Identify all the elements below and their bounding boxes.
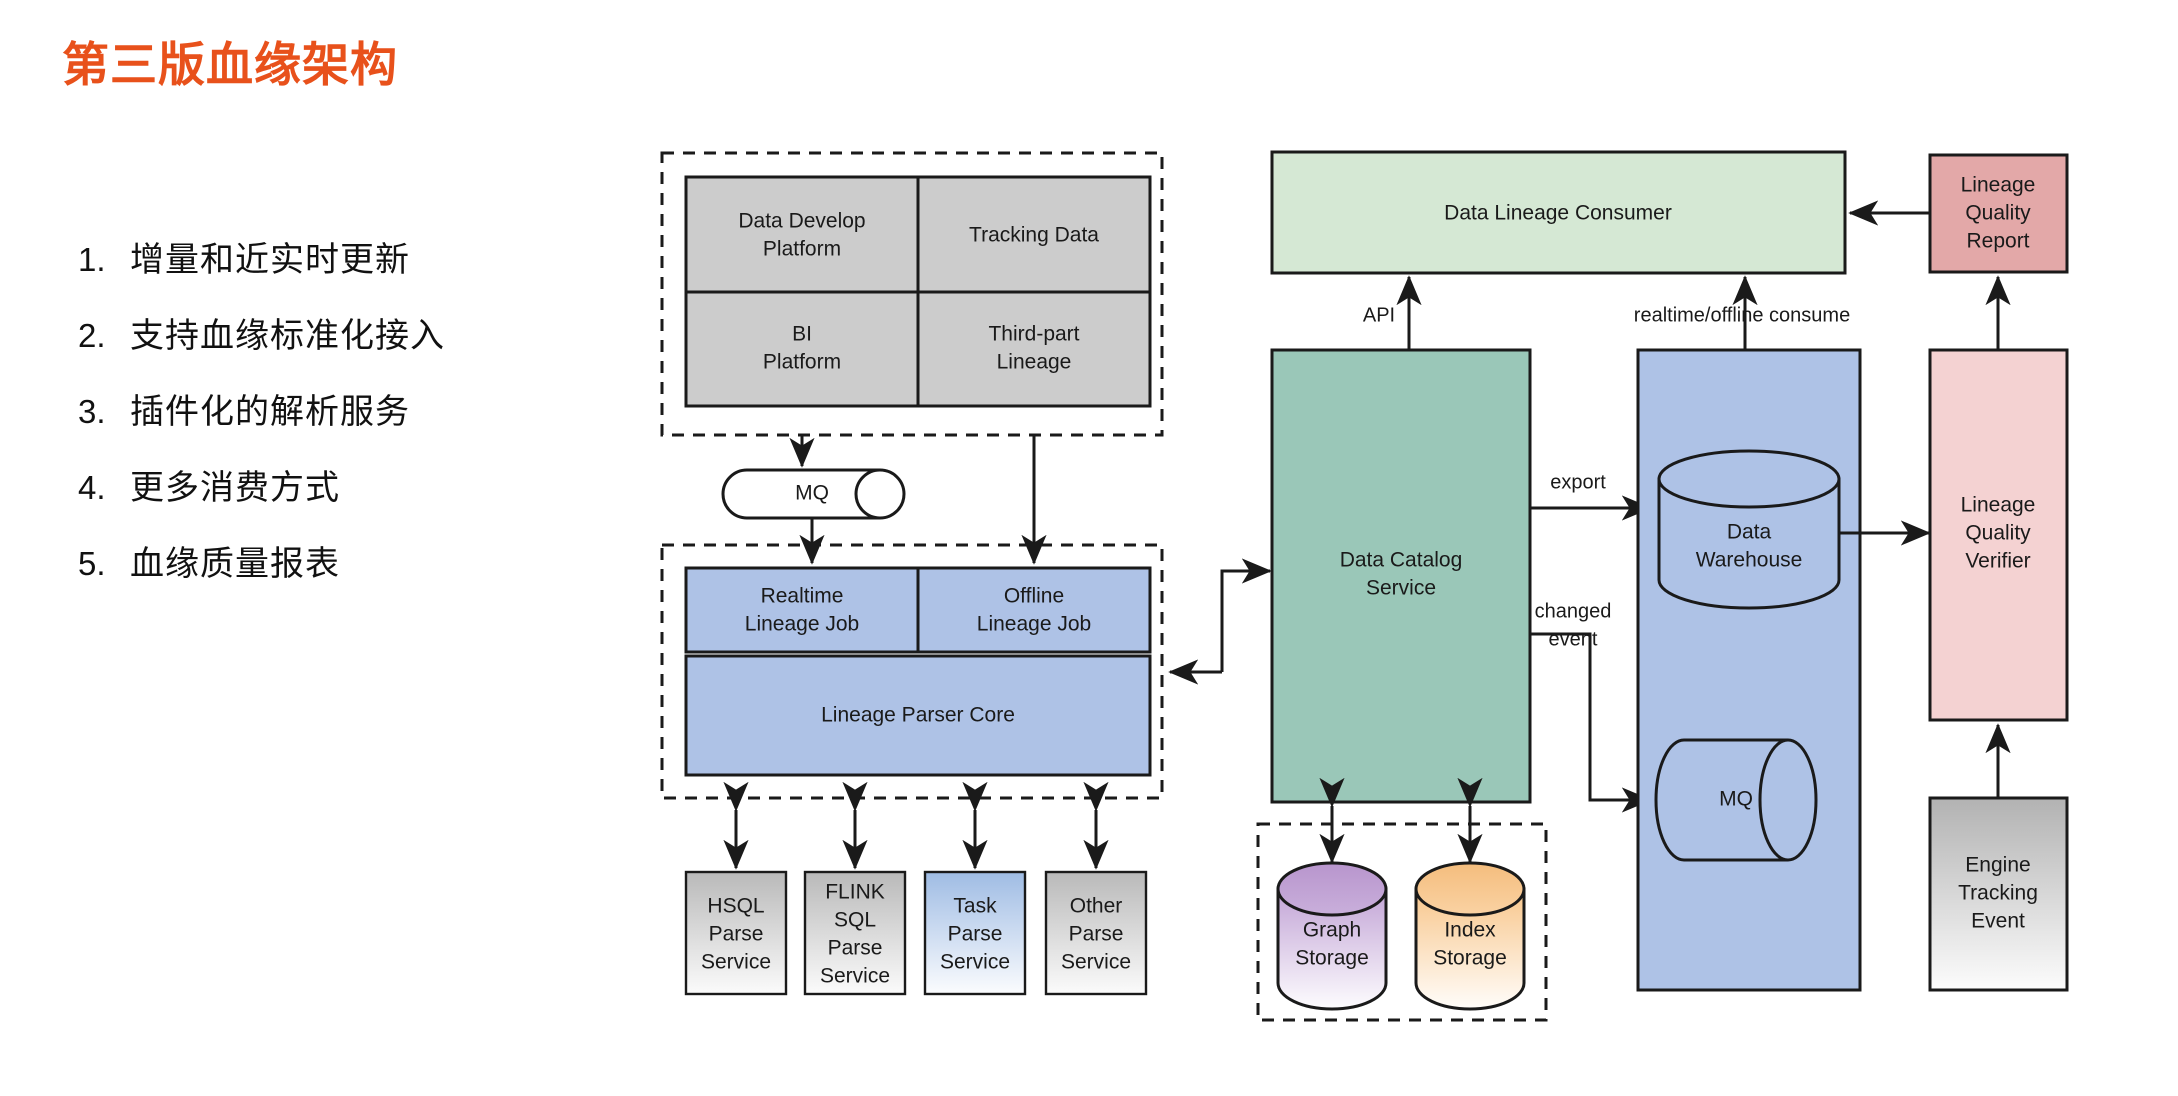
node-label: Storage [1433,947,1507,970]
node-lineage-parser-core: Lineage Parser Core [684,654,1152,777]
node-graph-storage: Graph Storage [1276,861,1388,1011]
node-label: Data Catalog [1340,549,1463,572]
node-lineage-quality-verifier: Lineage Quality Verifier [1928,348,2069,722]
node-label: Index [1444,919,1496,942]
node-label: Tracking [1958,882,2038,905]
node-label: Parse [948,923,1003,946]
node-lineage-quality-report: Lineage Quality Report [1928,153,2069,274]
node-task-parse-service: Task Parse Service [923,870,1027,996]
node-label: Service [701,951,771,974]
node-bi-platform: BI Platform [684,290,920,408]
node-label: Data Lineage Consumer [1444,202,1672,225]
node-label: Quality [1965,202,2031,225]
node-label: Lineage [1961,494,2036,517]
node-label: Lineage [997,351,1072,374]
node-label: Tracking Data [969,224,1099,247]
edge-parser-to-catalog [1220,558,1272,672]
node-label: Lineage Job [745,613,859,636]
node-label: Report [1966,230,2029,253]
node-label: Engine [1965,854,2030,877]
node-label: Service [940,951,1010,974]
node-label: FLINK [825,881,885,904]
node-label: Task [953,895,997,918]
node-label: MQ [795,482,829,505]
node-label: Offline [1004,585,1064,608]
slide-canvas: 第三版血缘架构 1. 增量和近实时更新 2. 支持血缘标准化接入 3. 插件化的… [0,0,2178,1096]
node-label: Data Develop [738,210,865,233]
edge-label-event: event [1549,628,1598,650]
node-label: Other [1070,895,1123,918]
node-label: BI [792,323,812,346]
edge-catalog-to-mq [1530,632,1652,813]
node-label: Platform [763,351,841,374]
node-hsql-parse-service: HSQL Parse Service [684,870,788,996]
node-mq-queue: MQ [721,468,906,520]
architecture-diagram: Data Develop Platform Tracking Data BI P… [0,0,2178,1096]
node-label: Parse [709,923,764,946]
node-label: Storage [1295,947,1369,970]
node-warehouse-panel [1636,348,1862,992]
node-data-develop-platform: Data Develop Platform [684,175,920,294]
node-label: Realtime [761,585,844,608]
node-label: Lineage [1961,174,2036,197]
node-data-warehouse: Data Warehouse [1657,449,1841,610]
node-label: Parse [828,937,883,960]
node-label: Lineage Job [977,613,1091,636]
node-label: Service [1366,577,1436,600]
edge-label-export: export [1550,471,1606,493]
node-label: Service [1061,951,1131,974]
node-label: Quality [1965,522,2031,545]
node-data-lineage-consumer: Data Lineage Consumer [1270,150,1847,275]
node-label: SQL [834,909,876,932]
node-offline-lineage-job: Offline Lineage Job [916,566,1152,654]
edge-label-consume: realtime/offline consume [1634,304,1850,326]
node-label: Data [1727,521,1772,544]
node-label: Event [1971,910,2025,933]
node-third-part-lineage: Third-part Lineage [916,290,1152,408]
node-label: Verifier [1965,550,2030,573]
edge-label-api: API [1363,304,1395,326]
node-mq-cylinder: MQ [1654,738,1818,862]
node-label: Lineage Parser Core [821,704,1015,727]
node-other-parse-service: Other Parse Service [1044,870,1148,996]
node-flink-sql-parse-service: FLINK SQL Parse Service [803,870,907,996]
node-label: Parse [1069,923,1124,946]
node-index-storage: Index Storage [1414,861,1526,1011]
node-label: Third-part [988,323,1079,346]
node-engine-tracking-event: Engine Tracking Event [1928,796,2069,992]
node-realtime-lineage-job: Realtime Lineage Job [684,566,920,654]
node-data-catalog-service: Data Catalog Service [1270,348,1532,804]
node-label: Platform [763,238,841,261]
node-label: MQ [1719,788,1753,811]
node-label: Warehouse [1696,549,1803,572]
node-label: HSQL [707,895,764,918]
edge-label-changed: changed [1535,600,1612,622]
node-tracking-data: Tracking Data [916,175,1152,294]
node-label: Graph [1303,919,1361,942]
node-label: Service [820,965,890,988]
